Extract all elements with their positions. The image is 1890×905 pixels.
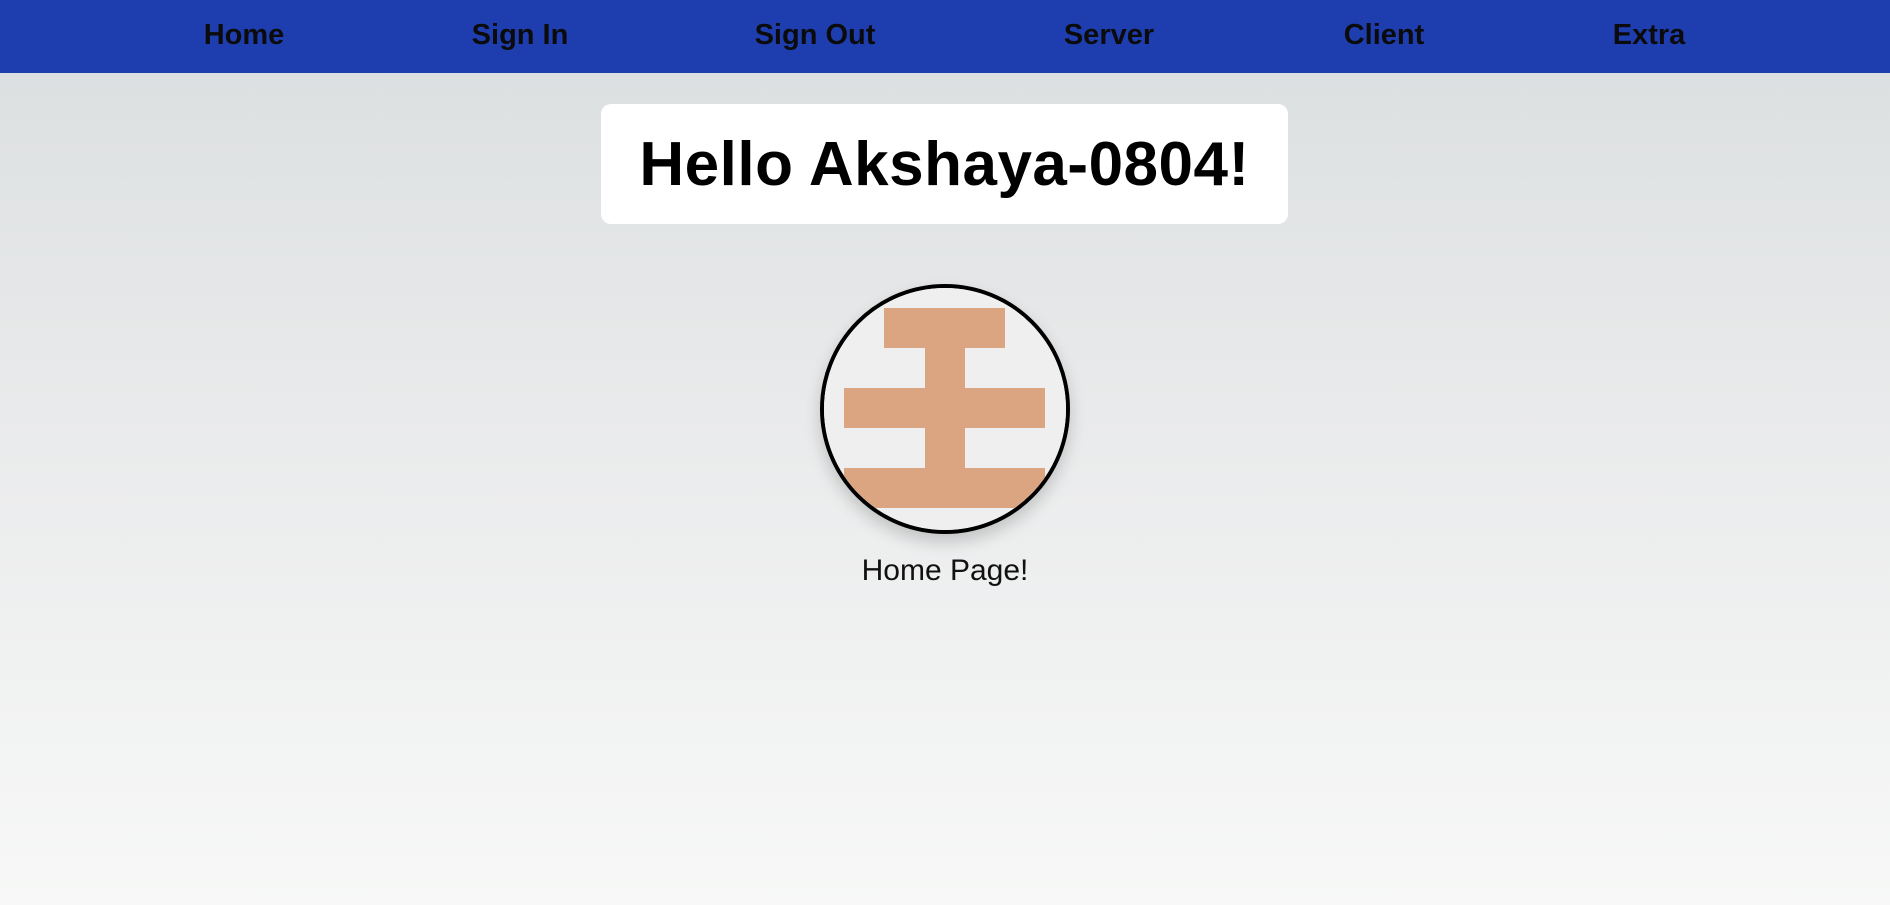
nav-sign-in-link[interactable]: Sign In bbox=[472, 0, 569, 70]
home-page-label: Home Page! bbox=[861, 554, 1029, 587]
greeting-heading: Hello Akshaya-0804! bbox=[639, 129, 1250, 199]
user-avatar bbox=[820, 284, 1070, 534]
greeting-card: Hello Akshaya-0804! bbox=[601, 104, 1288, 224]
identicon-avatar-icon bbox=[824, 288, 1066, 530]
nav-client-link[interactable]: Client bbox=[1344, 0, 1425, 70]
nav-server-link[interactable]: Server bbox=[1064, 0, 1154, 70]
nav-extra-link[interactable]: Extra bbox=[1613, 0, 1686, 70]
nav-sign-out-link[interactable]: Sign Out bbox=[755, 0, 876, 70]
nav-home-link[interactable]: Home bbox=[204, 0, 285, 70]
top-navbar: Home Sign In Sign Out Server Client Extr… bbox=[0, 0, 1890, 73]
